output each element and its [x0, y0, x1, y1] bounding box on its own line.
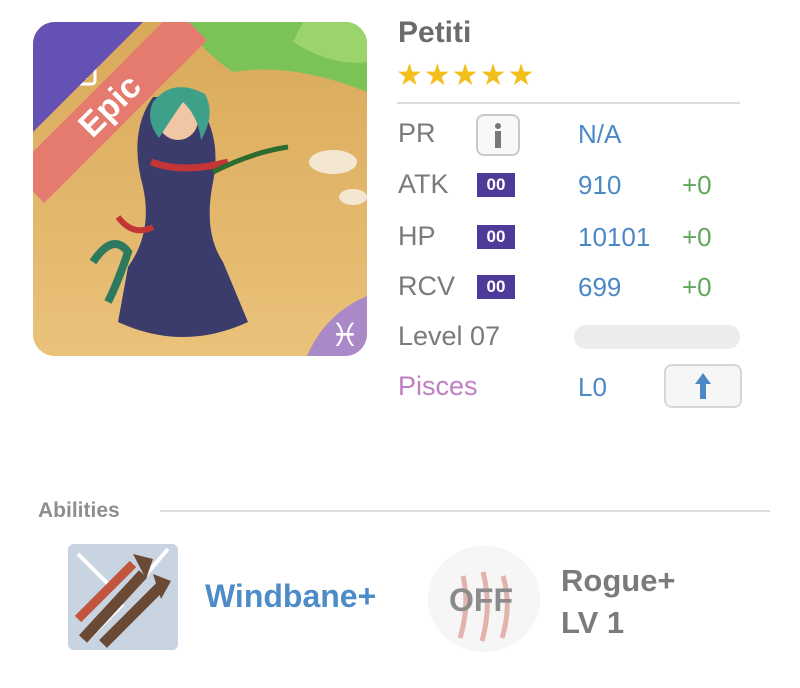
ability2-title: Rogue+: [561, 563, 676, 598]
atk-label: ATK: [398, 169, 449, 199]
info-button[interactable]: [476, 114, 520, 156]
upgrade-button[interactable]: [664, 364, 742, 408]
hp-plus: +0: [682, 222, 712, 252]
windbane-icon[interactable]: [68, 544, 178, 650]
ability1-name: Windbane+: [205, 578, 377, 614]
svg-text:♓: ♓: [331, 316, 360, 354]
hero-name: Petiti: [398, 16, 472, 49]
ability2-name: Rogue+ LV 1: [561, 560, 676, 644]
rcv-label: RCV: [398, 271, 456, 301]
arrow-up-icon: [695, 373, 711, 399]
hero-portrait[interactable]: R Epic ♓: [33, 22, 367, 356]
atk-badge: 00: [477, 173, 515, 197]
pr-value: N/A: [578, 119, 622, 149]
level-progress-bar: [574, 325, 740, 349]
divider: [160, 510, 770, 512]
hp-value: 10101: [578, 222, 651, 252]
rcv-badge: 00: [477, 275, 515, 299]
ability2-level: LV 1: [561, 605, 625, 640]
pisces-icon: ♓: [307, 296, 367, 356]
ability2-status: OFF: [449, 582, 513, 618]
info-icon: [495, 123, 501, 148]
level-label: Level 07: [398, 321, 501, 351]
hp-badge: 00: [477, 225, 515, 249]
rcv-value: 699: [578, 272, 622, 302]
star-rating: ★★★★★: [396, 59, 536, 92]
pr-label: PR: [398, 118, 436, 148]
atk-value: 910: [578, 170, 622, 200]
atk-plus: +0: [682, 170, 712, 200]
hp-label: HP: [398, 221, 436, 251]
divider: [397, 102, 740, 104]
rcv-plus: +0: [682, 272, 712, 302]
zodiac-label: Pisces: [398, 371, 478, 401]
zodiac-level: L0: [578, 372, 607, 402]
abilities-title: Abilities: [38, 499, 120, 522]
